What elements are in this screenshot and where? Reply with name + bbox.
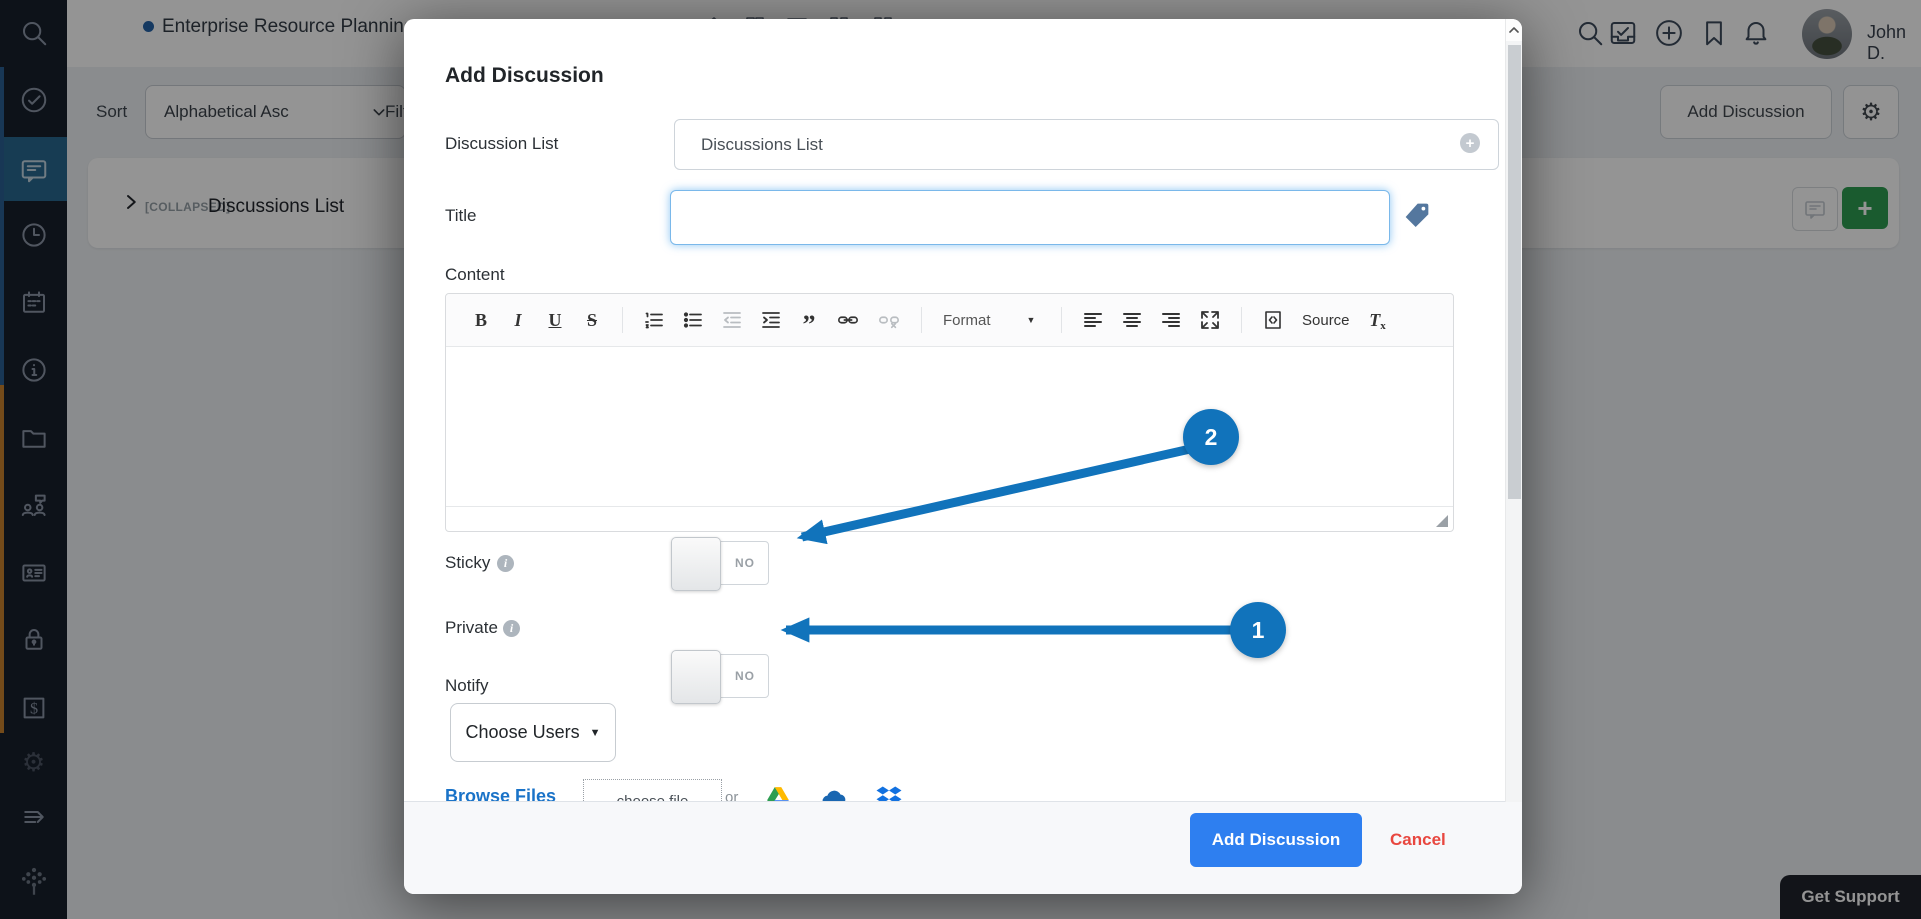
resize-handle-icon[interactable] — [1436, 515, 1448, 527]
private-toggle-state: NO — [735, 652, 755, 700]
toolbar-separator — [1061, 307, 1062, 333]
cancel-button[interactable]: Cancel — [1390, 813, 1446, 867]
title-input[interactable] — [670, 190, 1390, 245]
annotation-step-1: 1 — [1230, 602, 1286, 658]
align-right-icon[interactable] — [1161, 308, 1181, 332]
source-button[interactable]: Source — [1302, 308, 1350, 332]
align-left-icon[interactable] — [1083, 308, 1103, 332]
remove-format-x: x — [1380, 320, 1386, 332]
toggle-knob[interactable] — [671, 537, 721, 591]
submit-add-discussion-button[interactable]: Add Discussion — [1190, 813, 1362, 867]
italic-button[interactable]: I — [509, 308, 527, 332]
discussion-list-value: Discussions List — [701, 135, 823, 155]
info-icon[interactable]: i — [497, 555, 514, 572]
bullet-list-icon[interactable] — [683, 308, 703, 332]
toolbar-separator — [1241, 307, 1242, 333]
format-dropdown[interactable]: Format — [943, 308, 1003, 332]
editor-statusbar — [446, 506, 1453, 531]
private-toggle[interactable]: NO — [671, 652, 769, 700]
outdent-icon[interactable] — [722, 308, 742, 332]
discussion-list-select[interactable]: Discussions List — [674, 119, 1499, 170]
blockquote-button[interactable]: ” — [800, 303, 818, 337]
sticky-toggle-state: NO — [735, 539, 755, 587]
toolbar-separator — [921, 307, 922, 333]
rich-text-editor: B I U S ” Format ▼ Source Tx — [445, 293, 1454, 532]
format-caret-icon[interactable]: ▼ — [1022, 308, 1040, 332]
private-label: Private — [445, 618, 498, 638]
notify-label: Notify — [445, 676, 488, 696]
discussion-list-label: Discussion List — [445, 134, 558, 154]
caret-down-icon: ▼ — [590, 727, 601, 739]
add-list-plus-icon[interactable]: + — [1460, 133, 1480, 153]
scroll-up-icon[interactable] — [1506, 19, 1522, 41]
source-doc-icon[interactable] — [1263, 308, 1283, 332]
maximize-icon[interactable] — [1200, 308, 1220, 332]
modal-title: Add Discussion — [445, 64, 604, 88]
title-label: Title — [445, 206, 477, 226]
info-icon[interactable]: i — [503, 620, 520, 637]
editor-toolbar: B I U S ” Format ▼ Source Tx — [446, 294, 1453, 347]
annotation-step-2: 2 — [1183, 409, 1239, 465]
underline-button[interactable]: U — [546, 308, 564, 332]
sticky-toggle[interactable]: NO — [671, 539, 769, 587]
remove-format-button[interactable]: Tx — [1369, 308, 1387, 332]
toggle-knob[interactable] — [671, 650, 721, 704]
tag-icon[interactable] — [1401, 199, 1433, 231]
remove-format-t: T — [1369, 310, 1380, 331]
editor-body[interactable] — [446, 347, 1453, 506]
bold-button[interactable]: B — [472, 308, 490, 332]
scrollbar-thumb[interactable] — [1508, 45, 1521, 499]
unlink-icon[interactable] — [878, 308, 900, 332]
link-icon[interactable] — [837, 308, 859, 332]
toolbar-separator — [622, 307, 623, 333]
choose-users-label: Choose Users — [466, 722, 580, 743]
strikethrough-button[interactable]: S — [583, 308, 601, 332]
align-center-icon[interactable] — [1122, 308, 1142, 332]
add-discussion-modal: Add Discussion Discussion List Discussio… — [404, 19, 1522, 894]
modal-footer: Add Discussion Cancel — [404, 801, 1522, 894]
content-label: Content — [445, 265, 505, 285]
modal-scrollbar[interactable] — [1505, 19, 1522, 802]
indent-icon[interactable] — [761, 308, 781, 332]
ordered-list-icon[interactable] — [644, 308, 664, 332]
choose-users-button[interactable]: Choose Users ▼ — [450, 703, 616, 762]
sticky-label: Sticky — [445, 553, 490, 573]
